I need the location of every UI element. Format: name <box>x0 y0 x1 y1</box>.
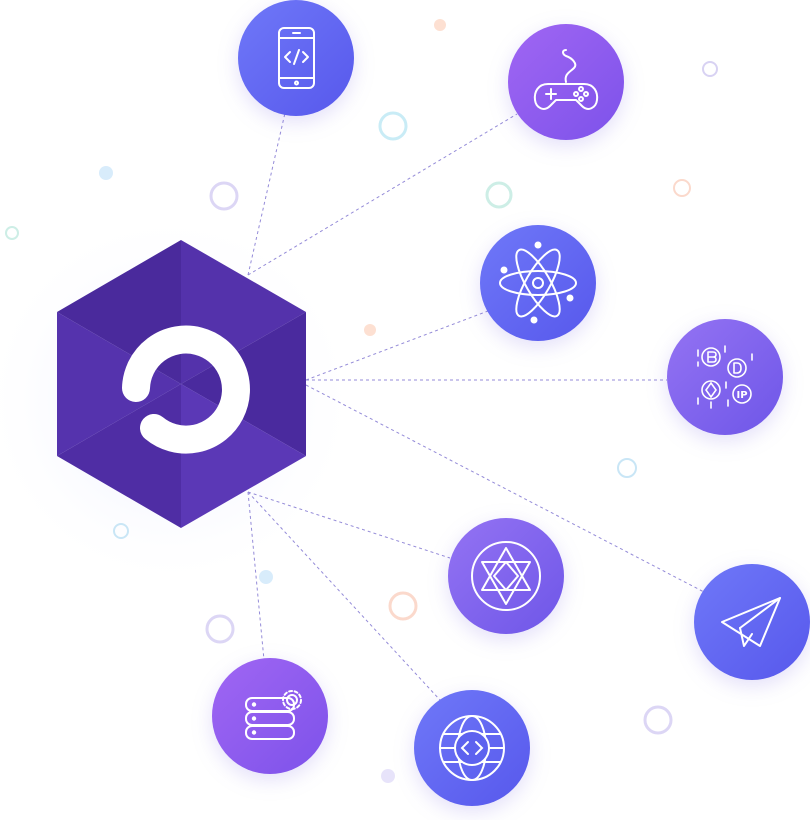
svg-text:IP: IP <box>736 390 747 401</box>
bubble <box>702 61 718 77</box>
node-circle[interactable] <box>667 319 783 435</box>
node-messaging[interactable] <box>694 564 810 680</box>
bubble <box>381 769 395 783</box>
bubble <box>209 181 239 211</box>
node-circle[interactable] <box>448 518 564 634</box>
bubble <box>5 226 19 240</box>
bubble <box>205 614 235 644</box>
bubble <box>259 570 273 584</box>
bubble <box>378 111 408 141</box>
bubble <box>99 166 113 180</box>
node-database[interactable] <box>212 658 328 774</box>
node-gaming[interactable] <box>508 24 624 140</box>
bubble <box>364 324 376 336</box>
connector-line <box>247 113 518 276</box>
bubble <box>434 19 446 31</box>
node-crypto[interactable]: IP <box>667 319 783 435</box>
node-circle[interactable] <box>694 564 810 680</box>
node-science[interactable] <box>480 225 596 341</box>
bubble <box>673 179 691 197</box>
bubble <box>485 181 513 209</box>
bubble <box>643 705 673 735</box>
node-mobile-dev[interactable] <box>238 0 354 116</box>
node-global[interactable] <box>414 690 530 806</box>
node-network[interactable] <box>448 518 564 634</box>
diagram-canvas: IP <box>0 0 810 806</box>
node-circle[interactable] <box>212 658 328 774</box>
bubble <box>388 591 418 621</box>
bubble <box>617 458 637 478</box>
